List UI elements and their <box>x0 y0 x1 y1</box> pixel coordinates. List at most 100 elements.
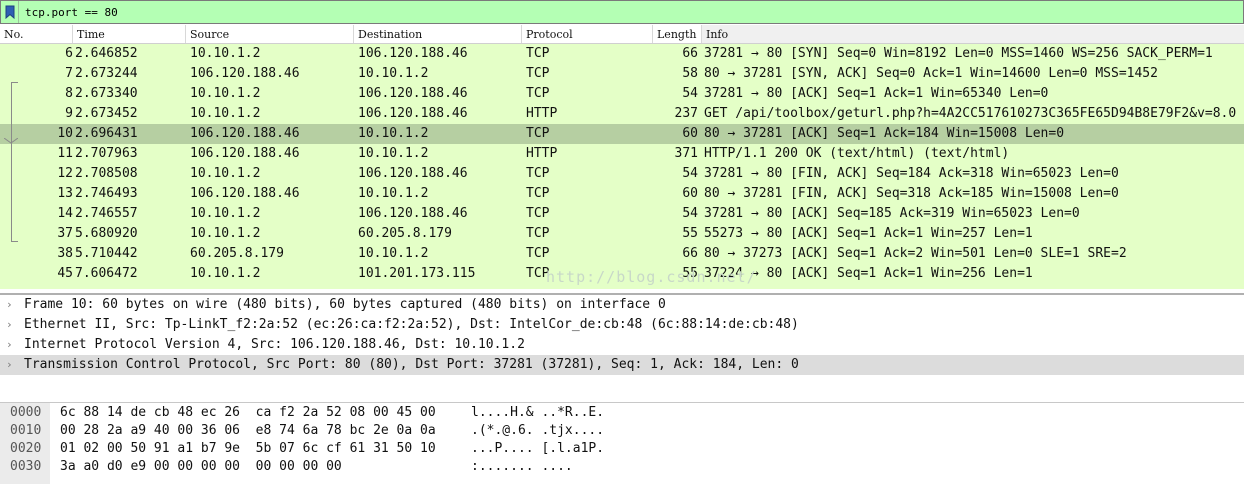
packet-protocol: HTTP <box>526 106 558 121</box>
packet-length: 54 <box>682 166 698 181</box>
packet-time: 7.606472 <box>75 266 138 281</box>
packet-rows: 6 2.646852 10.10.1.2 106.120.188.46 TCP 66 372… <box>0 44 1244 284</box>
packet-no: 38 <box>57 246 73 261</box>
packet-info: HTTP/1.1 200 OK (text/html) (text/html) <box>704 146 1010 161</box>
packet-source: 60.205.8.179 <box>190 246 284 261</box>
detail-tree-item[interactable]: › Ethernet II, Src: Tp-LinkT_f2:2a:52 (ec… <box>0 315 1244 335</box>
packet-row[interactable]: 37 5.680920 10.10.1.2 60.205.8.179 TCP 55 5527… <box>0 224 1244 244</box>
detail-tree-label: Transmission Control Protocol, Src Port:… <box>24 357 799 372</box>
bytes-offset[interactable]: 0020 <box>10 440 41 458</box>
packet-protocol: HTTP <box>526 146 558 161</box>
packet-row[interactable]: 11 2.707963 106.120.188.46 10.10.1.2 HTTP 371… <box>0 144 1244 164</box>
packet-info: 37224 → 80 [ACK] Seq=1 Ack=1 Win=256 Len… <box>704 266 1033 281</box>
packet-length: 54 <box>682 206 698 221</box>
conversation-bracket <box>11 82 18 242</box>
chevron-right-icon[interactable]: › <box>4 335 24 355</box>
packet-row[interactable]: 6 2.646852 10.10.1.2 106.120.188.46 TCP 66 372… <box>0 44 1244 64</box>
detail-tree-item[interactable]: › Transmission Control Protocol, Src Port… <box>0 355 1244 375</box>
chevron-right-icon[interactable]: › <box>4 355 24 375</box>
packet-destination: 106.120.188.46 <box>358 46 468 61</box>
packet-time: 5.680920 <box>75 226 138 241</box>
packet-bytes-pane: 0000 6c 88 14 de cb 48 ec 26 ca f2 2a 52 … <box>0 402 1244 484</box>
packet-destination: 10.10.1.2 <box>358 66 429 81</box>
packet-source: 10.10.1.2 <box>190 206 261 221</box>
packet-info: GET /api/toolbox/geturl.php?h=4A2CC51761… <box>704 106 1237 121</box>
packet-row[interactable]: 9 2.673452 10.10.1.2 106.120.188.46 HTTP 237 G… <box>0 104 1244 124</box>
packet-source: 10.10.1.2 <box>190 226 261 241</box>
packet-time: 2.673452 <box>75 106 138 121</box>
packet-time: 2.746493 <box>75 186 138 201</box>
packet-protocol: TCP <box>526 186 550 201</box>
column-header-no[interactable]: No. <box>0 25 73 43</box>
bytes-ascii[interactable]: :....... .... <box>471 458 573 476</box>
packet-length: 58 <box>682 66 698 81</box>
bookmark-icon[interactable] <box>1 1 19 23</box>
packet-destination: 10.10.1.2 <box>358 126 429 141</box>
column-header-destination[interactable]: Destination <box>354 25 522 43</box>
request-arrow-icon <box>4 138 18 144</box>
packet-source: 10.10.1.2 <box>190 46 261 61</box>
packet-protocol: TCP <box>526 166 550 181</box>
packet-row[interactable]: 38 5.710442 60.205.8.179 10.10.1.2 TCP 66 80 →… <box>0 244 1244 264</box>
packet-source: 106.120.188.46 <box>190 126 300 141</box>
packet-row[interactable]: 10 2.696431 106.120.188.46 10.10.1.2 TCP 60 80… <box>0 124 1244 144</box>
packet-time: 2.708508 <box>75 166 138 181</box>
bytes-hex[interactable]: 6c 88 14 de cb 48 ec 26 ca f2 2a 52 08 0… <box>60 404 436 422</box>
packet-time: 5.710442 <box>75 246 138 261</box>
packet-time: 2.696431 <box>75 126 138 141</box>
packet-info: 37281 → 80 [ACK] Seq=1 Ack=1 Win=65340 L… <box>704 86 1049 101</box>
packet-destination: 10.10.1.2 <box>358 146 429 161</box>
detail-tree-item[interactable]: › Internet Protocol Version 4, Src: 106.1… <box>0 335 1244 355</box>
packet-source: 106.120.188.46 <box>190 146 300 161</box>
bytes-offset[interactable]: 0030 <box>10 458 41 476</box>
packet-row[interactable]: 45 7.606472 10.10.1.2 101.201.173.115 TCP 55 3… <box>0 264 1244 284</box>
bytes-ascii[interactable]: l....H.& ..*R..E. <box>471 404 604 422</box>
column-header-length[interactable]: Length <box>653 25 702 43</box>
packet-row[interactable]: 7 2.673244 106.120.188.46 10.10.1.2 TCP 58 80 … <box>0 64 1244 84</box>
bytes-ascii[interactable]: .(*.@.6. .tjx.... <box>471 422 604 440</box>
column-header-info[interactable]: Info <box>702 25 1244 43</box>
packet-destination: 106.120.188.46 <box>358 206 468 221</box>
chevron-right-icon[interactable]: › <box>4 315 24 335</box>
bytes-offset[interactable]: 0010 <box>10 422 41 440</box>
packet-row[interactable]: 12 2.708508 10.10.1.2 106.120.188.46 TCP 54 37… <box>0 164 1244 184</box>
packet-list: No. Time Source Destination Protocol Len… <box>0 25 1244 289</box>
packet-row[interactable]: 14 2.746557 10.10.1.2 106.120.188.46 TCP 54 37… <box>0 204 1244 224</box>
packet-row[interactable]: 13 2.746493 106.120.188.46 10.10.1.2 TCP 60 80… <box>0 184 1244 204</box>
packet-info: 37281 → 80 [SYN] Seq=0 Win=8192 Len=0 MS… <box>704 46 1213 61</box>
column-header-protocol[interactable]: Protocol <box>522 25 653 43</box>
packet-protocol: TCP <box>526 206 550 221</box>
chevron-right-icon[interactable]: › <box>4 295 24 315</box>
column-header-source[interactable]: Source <box>186 25 354 43</box>
packet-destination: 10.10.1.2 <box>358 246 429 261</box>
packet-length: 66 <box>682 46 698 61</box>
packet-info: 37281 → 80 [ACK] Seq=185 Ack=319 Win=650… <box>704 206 1080 221</box>
packet-row[interactable]: 8 2.673340 10.10.1.2 106.120.188.46 TCP 54 372… <box>0 84 1244 104</box>
packet-protocol: TCP <box>526 126 550 141</box>
packet-destination: 10.10.1.2 <box>358 186 429 201</box>
packet-length: 54 <box>682 86 698 101</box>
packet-destination: 60.205.8.179 <box>358 226 452 241</box>
packet-time: 2.746557 <box>75 206 138 221</box>
packet-length: 55 <box>682 266 698 281</box>
packet-info: 80 → 37281 [ACK] Seq=1 Ack=184 Win=15008… <box>704 126 1065 141</box>
packet-source: 10.10.1.2 <box>190 86 261 101</box>
bytes-row: 0010 00 28 2a a9 40 00 36 06 e8 74 6a 78 … <box>0 422 1244 440</box>
column-header-time[interactable]: Time <box>73 25 186 43</box>
detail-tree-item[interactable]: › Frame 10: 60 bytes on wire (480 bits), … <box>0 295 1244 315</box>
packet-protocol: TCP <box>526 266 550 281</box>
bytes-ascii[interactable]: ...P.... [.l.a1P. <box>471 440 604 458</box>
packet-destination: 106.120.188.46 <box>358 106 468 121</box>
bytes-hex[interactable]: 01 02 00 50 91 a1 b7 9e 5b 07 6c cf 61 3… <box>60 440 436 458</box>
packet-time: 2.673340 <box>75 86 138 101</box>
detail-tree-label: Internet Protocol Version 4, Src: 106.12… <box>24 337 525 352</box>
bytes-hex[interactable]: 3a a0 d0 e9 00 00 00 00 00 00 00 00 <box>60 458 342 476</box>
packet-source: 10.10.1.2 <box>190 266 261 281</box>
bytes-hex[interactable]: 00 28 2a a9 40 00 36 06 e8 74 6a 78 bc 2… <box>60 422 436 440</box>
bytes-offset[interactable]: 0000 <box>10 404 41 422</box>
display-filter-input[interactable] <box>19 2 1219 22</box>
packet-info: 80 → 37281 [SYN, ACK] Seq=0 Ack=1 Win=14… <box>704 66 1158 81</box>
detail-tree-label: Ethernet II, Src: Tp-LinkT_f2:2a:52 (ec:… <box>24 317 799 332</box>
packet-details-pane: › Frame 10: 60 bytes on wire (480 bits), … <box>0 293 1244 399</box>
packet-length: 55 <box>682 226 698 241</box>
